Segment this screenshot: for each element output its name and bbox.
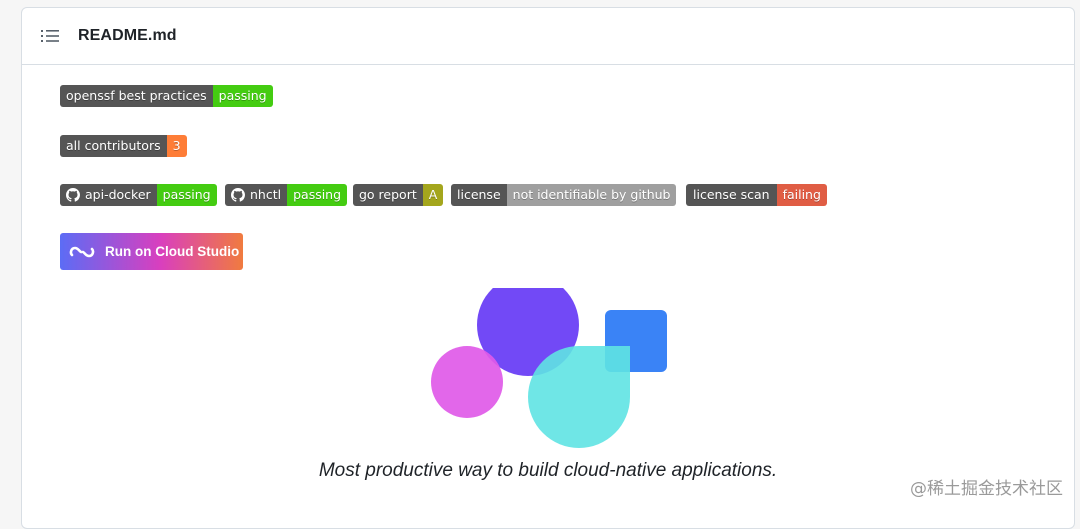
api-docker-badge-label: api-docker [85,187,151,202]
nocalhost-logo [431,288,667,448]
readme-card: README.md openssf best practices passing… [21,7,1075,529]
contributors-badge[interactable]: all contributors 3 [60,135,187,157]
nhctl-badge-status: passing [287,184,348,206]
goreport-badge-grade: A [422,184,444,206]
github-icon [66,188,80,202]
readme-header: README.md [22,8,1074,65]
openssf-badge-status: passing [212,85,273,107]
license-badge[interactable]: license not identifiable by github [451,184,677,206]
license-scan-badge-label: license scan [686,184,777,206]
contributors-badge-label: all contributors [60,135,167,157]
run-on-cloud-studio-label: Run on Cloud Studio [105,244,240,259]
cloud-studio-logo-icon [69,246,95,257]
license-scan-badge-status: failing [776,184,827,206]
api-docker-badge-status: passing [156,184,217,206]
nhctl-badge-label: nhctl [250,187,282,202]
openssf-badge[interactable]: openssf best practices passing [60,85,273,107]
license-badge-status: not identifiable by github [506,184,677,206]
goreport-badge-label: go report [353,184,423,206]
logo-pink-circle [431,346,503,418]
openssf-badge-label: openssf best practices [60,85,213,107]
api-docker-badge[interactable]: api-docker passing [60,184,217,206]
contributors-badge-count: 3 [166,135,187,157]
license-badge-label: license [451,184,507,206]
readme-title: README.md [78,27,177,44]
nhctl-badge[interactable]: nhctl passing [225,184,348,206]
list-outline-icon[interactable] [41,29,59,43]
watermark: @稀土掘金技术社区 [910,479,1063,499]
logo-cyan-shape [528,346,630,448]
github-icon [231,188,245,202]
license-scan-badge[interactable]: license scan failing [686,184,827,206]
goreport-badge[interactable]: go report A [353,184,444,206]
run-on-cloud-studio-button[interactable]: Run on Cloud Studio [60,233,243,270]
